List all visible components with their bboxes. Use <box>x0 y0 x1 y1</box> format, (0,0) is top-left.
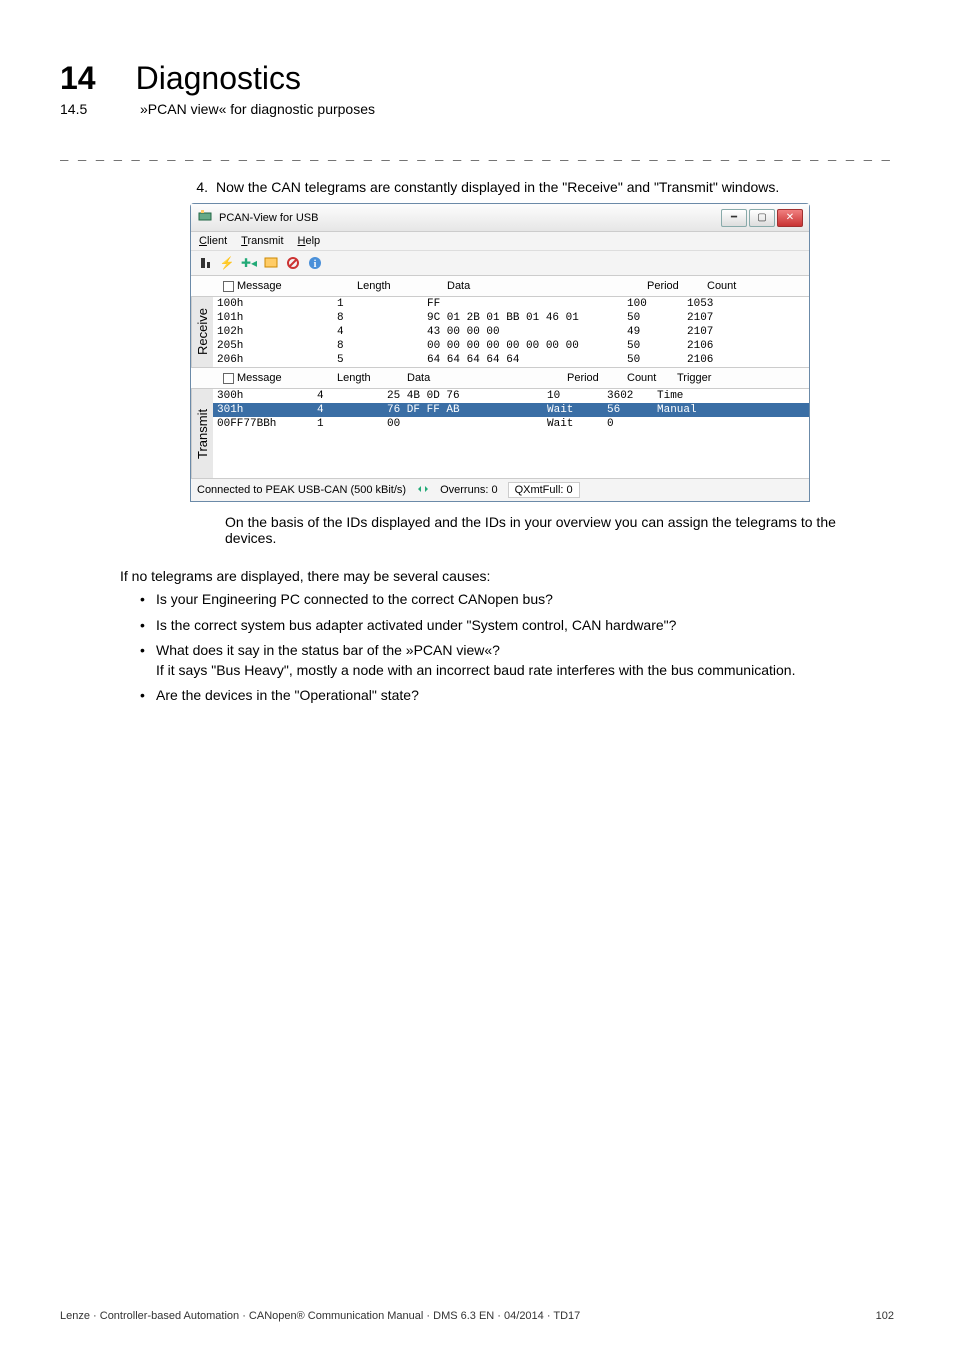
menu-transmit[interactable]: Transmit <box>241 235 283 247</box>
col-count[interactable]: Count <box>707 280 767 292</box>
statusbar: Connected to PEAK USB-CAN (500 kBit/s) O… <box>191 479 809 501</box>
status-overruns: Overruns: 0 <box>440 484 497 496</box>
list-item: What does it say in the status bar of th… <box>140 641 894 680</box>
table-row[interactable]: 00FF77BBh100Wait0 <box>213 417 809 431</box>
table-row[interactable]: 101h89C 01 2B 01 BB 01 46 01502107 <box>213 311 809 325</box>
paragraph-causes: If no telegrams are displayed, there may… <box>120 568 874 584</box>
connection-icon <box>416 483 430 498</box>
section-number: 14.5 <box>60 101 100 117</box>
table-row[interactable]: 102h443 00 00 00492107 <box>213 325 809 339</box>
col-data[interactable]: Data <box>447 280 647 292</box>
col-period-tx[interactable]: Period <box>567 372 627 384</box>
svg-text:i: i <box>314 259 317 270</box>
table-row[interactable]: 100h1FF1001053 <box>213 297 809 311</box>
info-icon[interactable]: i <box>307 255 323 271</box>
col-length[interactable]: Length <box>357 280 447 292</box>
col-trigger-tx[interactable]: Trigger <box>677 372 732 384</box>
table-row[interactable]: 300h425 4B 0D 76103602Time <box>213 389 809 403</box>
menubar: Client Transmit Help <box>191 232 809 251</box>
menu-client[interactable]: Client <box>199 235 227 247</box>
chapter-title: Diagnostics <box>136 60 301 97</box>
footer-right: 102 <box>876 1310 894 1322</box>
menu-help[interactable]: Help <box>298 235 321 247</box>
list-item: Is the correct system bus adapter activa… <box>140 616 894 636</box>
table-row[interactable]: 301h476 DF FF ABWait56Manual <box>213 403 809 417</box>
col-message[interactable]: Message <box>237 280 357 292</box>
col-message-tx[interactable]: Message <box>237 372 337 384</box>
table-row[interactable]: 205h800 00 00 00 00 00 00 00502106 <box>213 339 809 353</box>
connect-icon[interactable] <box>197 255 213 271</box>
transmit-header-checkbox[interactable] <box>223 373 234 384</box>
list-item: Is your Engineering PC connected to the … <box>140 590 894 610</box>
maximize-button[interactable]: ▢ <box>749 209 775 227</box>
after-window-text: On the basis of the IDs displayed and th… <box>225 514 874 546</box>
status-qxmit: QXmtFull: 0 <box>508 482 580 498</box>
table-row[interactable]: 206h564 64 64 64 64502106 <box>213 353 809 367</box>
transmit-header: Message Length Data Period Count Trigger <box>191 368 809 389</box>
separator: _ _ _ _ _ _ _ _ _ _ _ _ _ _ _ _ _ _ _ _ … <box>60 145 894 161</box>
lightning-icon[interactable]: ⚡ <box>219 255 235 271</box>
col-data-tx[interactable]: Data <box>407 372 567 384</box>
col-length-tx[interactable]: Length <box>337 372 407 384</box>
forbidden-icon[interactable] <box>285 255 301 271</box>
list-item: Are the devices in the "Operational" sta… <box>140 686 894 706</box>
section-title: »PCAN view« for diagnostic purposes <box>140 101 375 117</box>
titlebar[interactable]: PCAN-View for USB ━ ▢ ✕ <box>191 204 809 232</box>
footer-left: Lenze · Controller-based Automation · CA… <box>60 1310 580 1322</box>
window-title: PCAN-View for USB <box>219 212 721 224</box>
receive-header-checkbox[interactable] <box>223 281 234 292</box>
app-icon <box>197 208 213 227</box>
col-period[interactable]: Period <box>647 280 707 292</box>
bullet-list: Is your Engineering PC connected to the … <box>140 590 894 706</box>
minimize-button[interactable]: ━ <box>721 209 747 227</box>
add-icon[interactable]: ✚◂ <box>241 255 257 271</box>
receive-tab[interactable]: Receive <box>191 297 213 367</box>
close-button[interactable]: ✕ <box>777 209 803 227</box>
step-number: 4. <box>190 179 208 195</box>
col-count-tx[interactable]: Count <box>627 372 677 384</box>
step-text: Now the CAN telegrams are constantly dis… <box>216 179 779 195</box>
message-icon[interactable] <box>263 255 279 271</box>
pcan-window: PCAN-View for USB ━ ▢ ✕ Client Transmit … <box>190 203 810 502</box>
receive-rows: 100h1FF1001053101h89C 01 2B 01 BB 01 46 … <box>213 297 809 367</box>
status-connected: Connected to PEAK USB-CAN (500 kBit/s) <box>197 484 406 496</box>
chapter-number: 14 <box>60 60 96 97</box>
transmit-tab[interactable]: Transmit <box>191 389 213 478</box>
receive-header: Message Length Data Period Count <box>191 276 809 297</box>
toolbar: ⚡ ✚◂ i <box>191 251 809 276</box>
transmit-rows: 300h425 4B 0D 76103602Time301h476 DF FF … <box>213 389 809 478</box>
